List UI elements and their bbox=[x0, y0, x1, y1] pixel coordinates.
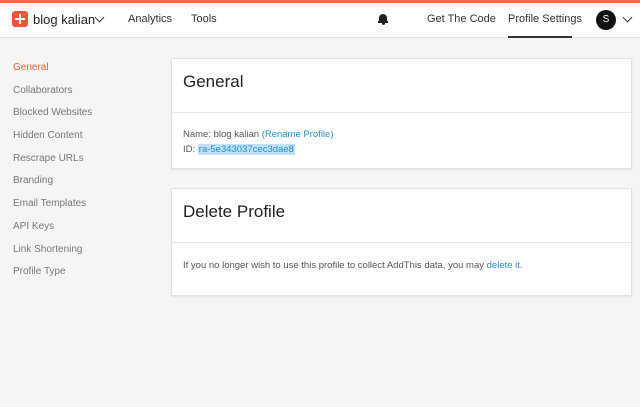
settings-sidebar: General Collaborators Blocked Websites H… bbox=[13, 62, 153, 289]
delete-profile-text: If you no longer wish to use this profil… bbox=[172, 243, 631, 273]
sidebar-item-general[interactable]: General bbox=[13, 62, 153, 85]
active-tab-underline bbox=[508, 36, 572, 38]
rename-profile-link[interactable]: (Rename Profile) bbox=[262, 129, 334, 140]
general-card: General Name: blog kalian (Rename Profil… bbox=[171, 58, 632, 169]
sidebar-item-collaborators[interactable]: Collaborators bbox=[13, 85, 153, 108]
nav-profile-settings[interactable]: Profile Settings bbox=[508, 13, 582, 25]
name-label: Name: bbox=[183, 129, 214, 140]
sidebar-item-rescrape-urls[interactable]: Rescrape URLs bbox=[13, 153, 153, 176]
sidebar-item-api-keys[interactable]: API Keys bbox=[13, 221, 153, 244]
delete-suffix: . bbox=[519, 260, 523, 271]
profile-id-row: ID: ra-5e343037cec3dae8 bbox=[183, 142, 620, 157]
top-navigation-bar: blog kalian Analytics Tools Get The Code… bbox=[0, 3, 640, 38]
addthis-plus-icon[interactable] bbox=[12, 11, 28, 27]
chevron-down-icon[interactable] bbox=[622, 12, 633, 23]
nav-tools[interactable]: Tools bbox=[191, 13, 217, 25]
profile-switcher[interactable]: blog kalian bbox=[33, 12, 95, 27]
profile-id-value[interactable]: ra-5e343037cec3dae8 bbox=[197, 144, 295, 155]
name-value: blog kalian bbox=[213, 129, 260, 140]
delete-profile-card: Delete Profile If you no longer wish to … bbox=[171, 188, 632, 296]
sidebar-item-hidden-content[interactable]: Hidden Content bbox=[13, 130, 153, 153]
general-title: General bbox=[172, 59, 631, 113]
chevron-down-icon[interactable] bbox=[94, 12, 105, 23]
profile-name-row: Name: blog kalian (Rename Profile) bbox=[183, 127, 620, 142]
sidebar-item-email-templates[interactable]: Email Templates bbox=[13, 198, 153, 221]
nav-get-the-code[interactable]: Get The Code bbox=[427, 13, 496, 25]
id-label: ID: bbox=[183, 144, 198, 155]
nav-analytics[interactable]: Analytics bbox=[128, 13, 172, 25]
delete-profile-title: Delete Profile bbox=[172, 189, 631, 243]
bell-icon[interactable] bbox=[378, 13, 388, 25]
sidebar-item-blocked-websites[interactable]: Blocked Websites bbox=[13, 107, 153, 130]
sidebar-item-profile-type[interactable]: Profile Type bbox=[13, 266, 153, 289]
delete-description: If you no longer wish to use this profil… bbox=[183, 260, 487, 271]
user-avatar[interactable]: S bbox=[596, 10, 616, 30]
sidebar-item-branding[interactable]: Branding bbox=[13, 175, 153, 198]
delete-profile-link[interactable]: delete it bbox=[487, 260, 520, 271]
sidebar-item-link-shortening[interactable]: Link Shortening bbox=[13, 244, 153, 267]
